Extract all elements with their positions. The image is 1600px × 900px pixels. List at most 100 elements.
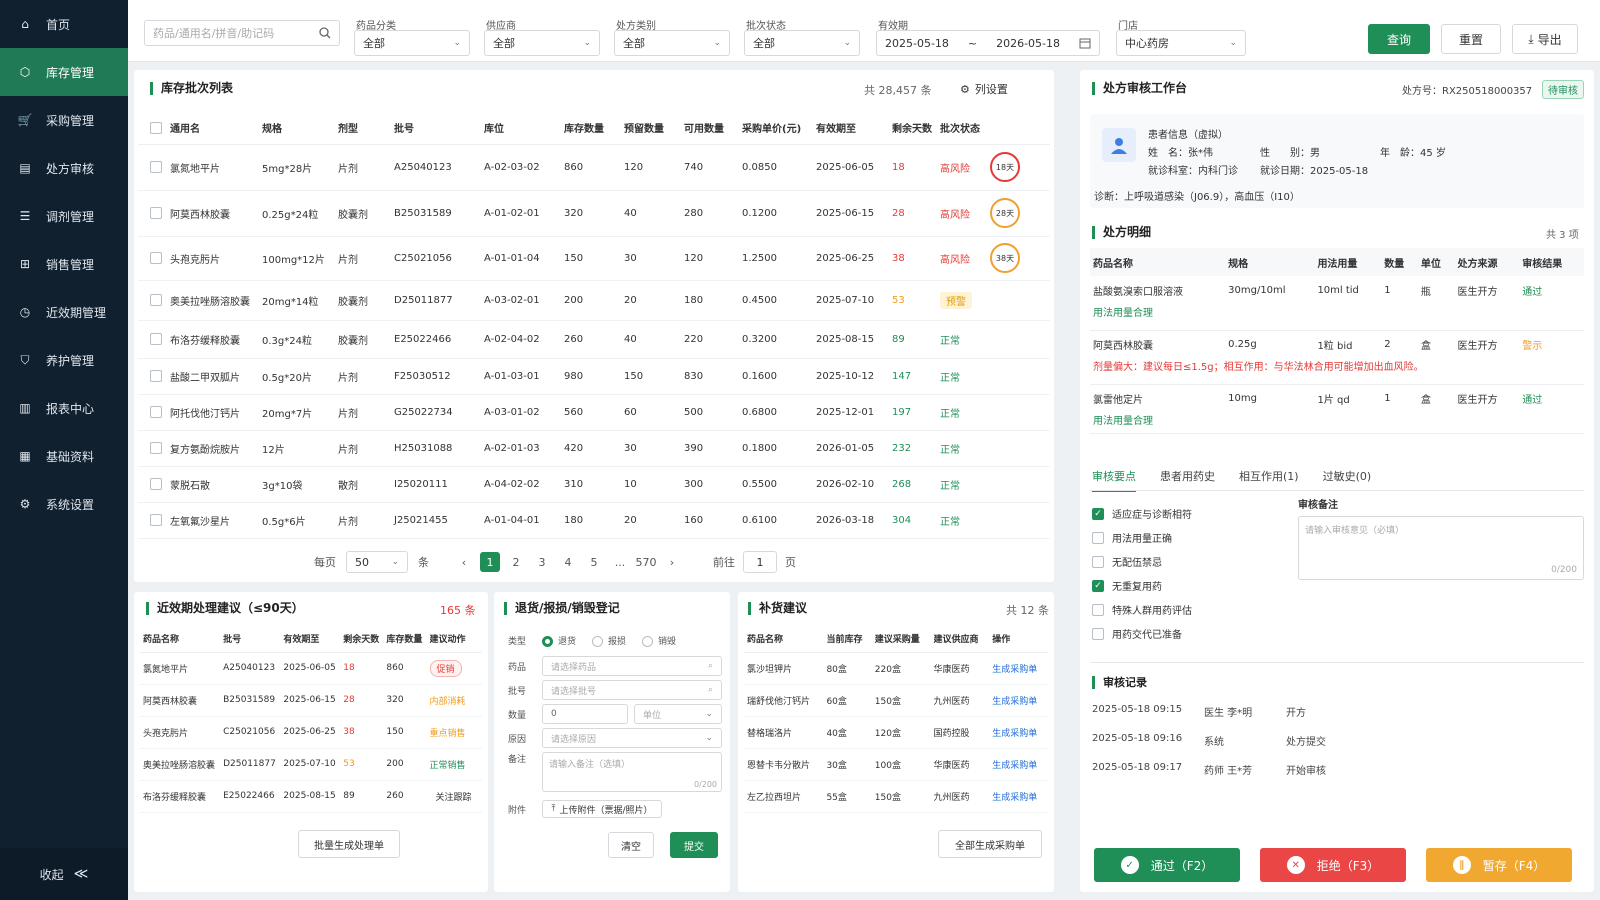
checklist-item[interactable]: 用法用量正确 <box>1092 530 1172 545</box>
reject-button[interactable]: ✕ 拒绝（F3） <box>1260 848 1406 882</box>
table-row[interactable]: 盐酸二甲双胍片 0.5g*20片 片剂 F25030512 A-01-03-01 980 1… <box>138 358 1050 395</box>
next-page-button[interactable]: › <box>662 552 682 572</box>
type-damage-radio[interactable]: 报损 <box>592 634 626 647</box>
page-button[interactable]: 2 <box>506 552 526 572</box>
batch-generate-button[interactable]: 批量生成处理单 <box>298 830 400 858</box>
reset-button[interactable]: 重置 <box>1441 24 1501 54</box>
sidebar-item-1[interactable]: ⬡ 库存管理 <box>0 48 128 96</box>
sidebar-item-4[interactable]: ☰ 调剂管理 <box>0 192 128 240</box>
table-row[interactable]: 头孢克肟片 100mg*12片 片剂 C25021056 A-01-01-04 150 30… <box>138 236 1050 281</box>
table-row[interactable]: 复方氨酚烷胺片 12片 片剂 H25031088 A-02-01-03 420 30 390 0… <box>138 430 1050 467</box>
type-return-radio[interactable]: 退货 <box>542 634 576 647</box>
note-textarea[interactable]: 请输入备注（选填） 0/200 <box>542 752 722 792</box>
checklist-item[interactable]: 特殊人群用药评估 <box>1092 602 1192 617</box>
batch-status-select[interactable]: 全部 ⌄ <box>744 30 860 56</box>
qty-input[interactable]: 0 <box>542 704 628 724</box>
page-button[interactable]: 5 <box>584 552 604 572</box>
goto-page-input[interactable]: 1 <box>743 551 777 573</box>
checkbox[interactable] <box>1092 531 1104 544</box>
checklist-item[interactable]: 无配伍禁忌 <box>1092 554 1162 569</box>
search-input[interactable]: 药品/通用名/拼音/助记码 <box>144 20 340 46</box>
table-row: 氯沙坦钾片 80盒 220盒 华康医药 生成采购单 <box>744 652 1048 685</box>
query-button[interactable]: 查询 <box>1368 24 1430 54</box>
cell-text: 2025-06-25 <box>816 252 875 264</box>
table-row[interactable]: 奥美拉唑肠溶胶囊 20mg*14粒 胶囊剂 D25011877 A-03-02-01 20… <box>138 280 1050 321</box>
checkbox[interactable] <box>1092 627 1104 640</box>
clear-button[interactable]: 清空 <box>608 832 654 858</box>
drug-select[interactable]: 请选择药品 ⌕ <box>542 656 722 676</box>
page-button[interactable]: 570 <box>636 552 657 572</box>
batch-select[interactable]: 请选择批号 ⌕ <box>542 680 722 700</box>
sidebar-item-10[interactable]: ⚙ 系统设置 <box>0 480 128 528</box>
checkbox[interactable]: ✓ <box>1092 579 1104 592</box>
table-row[interactable]: 蒙脱石散 3g*10袋 散剂 I25020111 A-04-02-02 310 10 300 0… <box>138 466 1050 503</box>
generate-po-link[interactable]: 生成采购单 <box>992 793 1037 803</box>
sidebar-item-0[interactable]: ⌂ 首页 <box>0 0 128 48</box>
export-button[interactable]: ⤓ 导出 <box>1512 24 1578 54</box>
checkbox[interactable]: ✓ <box>1092 507 1104 520</box>
supplier-select[interactable]: 全部 ⌄ <box>484 30 600 56</box>
reason-select[interactable]: 请选择原因 ⌄ <box>542 728 722 748</box>
rx-type-select[interactable]: 全部 ⌄ <box>614 30 730 56</box>
cell-text: 2026-02-10 <box>816 478 875 490</box>
expiry-date-range[interactable]: 2025-05-18 ~ 2026-05-18 <box>876 30 1100 56</box>
drug-category-select[interactable]: 全部 ⌄ <box>354 30 470 56</box>
checklist-item[interactable]: ✓ 无重复用药 <box>1092 578 1162 593</box>
table-row[interactable]: 左氧氟沙星片 0.5g*6片 片剂 J25021455 A-01-04-01 180 20 1… <box>138 502 1050 539</box>
row-checkbox[interactable] <box>150 442 162 454</box>
store-select[interactable]: 中心药房 ⌄ <box>1116 30 1246 56</box>
checkbox[interactable] <box>1092 603 1104 616</box>
row-checkbox[interactable] <box>150 207 162 219</box>
table-row[interactable]: 阿莫西林胶囊 0.25g*24粒 胶囊剂 B25031589 A-01-02-01 320… <box>138 190 1050 237</box>
page-button[interactable]: 1 <box>480 552 500 572</box>
row-checkbox[interactable] <box>150 478 162 490</box>
tab-0[interactable]: 审核要点 <box>1092 468 1136 492</box>
type-destroy-radio[interactable]: 销毁 <box>642 634 676 647</box>
select-all-checkbox[interactable] <box>150 121 162 134</box>
per-page-select[interactable]: 50 ⌄ <box>346 551 408 573</box>
prev-page-button[interactable]: ‹ <box>454 552 474 572</box>
tab-1[interactable]: 患者用药史 <box>1160 468 1215 492</box>
row-checkbox[interactable] <box>150 161 162 173</box>
checklist-item[interactable]: 用药交代已准备 <box>1092 626 1182 641</box>
sidebar-item-2[interactable]: 🛒 采购管理 <box>0 96 128 144</box>
generate-po-link[interactable]: 生成采购单 <box>992 665 1037 675</box>
table-cell: 10mg <box>1225 384 1314 412</box>
submit-button[interactable]: 提交 <box>670 832 718 858</box>
generate-po-link[interactable]: 生成采购单 <box>992 729 1037 739</box>
approve-button[interactable]: ✓ 通过（F2） <box>1094 848 1240 882</box>
generate-all-po-button[interactable]: 全部生成采购单 <box>938 830 1042 858</box>
unit-select[interactable]: 单位 ⌄ <box>634 704 722 724</box>
upload-button[interactable]: ⤒ 上传附件（票据/照片） <box>542 800 662 818</box>
remark-textarea[interactable]: 请输入审核意见（必填） 0/200 <box>1298 516 1584 580</box>
search-icon[interactable] <box>319 27 331 39</box>
table-row[interactable]: 阿托伐他汀钙片 20mg*7片 片剂 G25022734 A-03-01-02 560 60… <box>138 394 1050 431</box>
page-button[interactable]: ... <box>610 552 630 572</box>
checklist-item[interactable]: ✓ 适应症与诊断相符 <box>1092 506 1192 521</box>
row-checkbox[interactable] <box>150 406 162 418</box>
sidebar-item-9[interactable]: ▦ 基础资料 <box>0 432 128 480</box>
sidebar-item-7[interactable]: ⛉ 养护管理 <box>0 336 128 384</box>
sidebar-item-6[interactable]: ◷ 近效期管理 <box>0 288 128 336</box>
tab-3[interactable]: 过敏史(0) <box>1323 468 1372 492</box>
column-settings-button[interactable]: ⚙ 列设置 <box>960 81 1008 97</box>
row-checkbox[interactable] <box>150 333 162 345</box>
table-row[interactable]: 布洛芬缓释胶囊 0.3g*24粒 胶囊剂 E25022466 A-02-04-02 260… <box>138 320 1050 359</box>
generate-po-link[interactable]: 生成采购单 <box>992 761 1037 771</box>
cell-text: 0.4500 <box>742 294 777 306</box>
row-checkbox[interactable] <box>150 252 162 264</box>
checkbox[interactable] <box>1092 555 1104 568</box>
page-button[interactable]: 4 <box>558 552 578 572</box>
table-row[interactable]: 氯氮地平片 5mg*28片 片剂 A25040123 A-02-03-02 860 120 7… <box>138 144 1050 191</box>
row-checkbox[interactable] <box>150 514 162 526</box>
sidebar-item-3[interactable]: ▤ 处方审核 <box>0 144 128 192</box>
page-button[interactable]: 3 <box>532 552 552 572</box>
generate-po-link[interactable]: 生成采购单 <box>992 697 1037 707</box>
hold-button[interactable]: ∥ 暂存（F4） <box>1426 848 1572 882</box>
row-checkbox[interactable] <box>150 294 162 306</box>
tab-2[interactable]: 相互作用(1) <box>1239 468 1299 492</box>
sidebar-collapse-button[interactable]: 收起 ≪ <box>0 848 128 900</box>
sidebar-item-8[interactable]: ▥ 报表中心 <box>0 384 128 432</box>
sidebar-item-5[interactable]: ⊞ 销售管理 <box>0 240 128 288</box>
row-checkbox[interactable] <box>150 370 162 382</box>
